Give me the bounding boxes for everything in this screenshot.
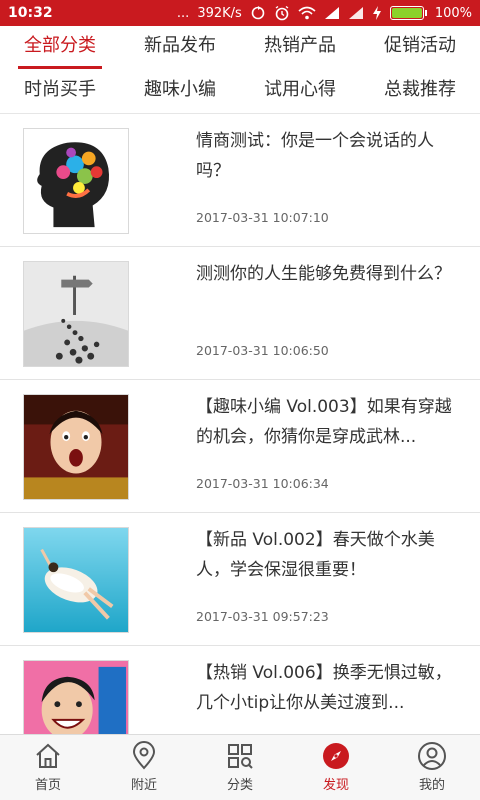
tab-hot-products[interactable]: 热销产品 [240, 26, 360, 70]
list-item[interactable]: 【新品 Vol.002】春天做个水美人，学会保湿很重要！ 2017-03-31 … [0, 513, 480, 646]
user-icon [418, 742, 446, 770]
nav-nearby-label: 附近 [130, 778, 157, 793]
tab-fun-editor[interactable]: 趣味小编 [120, 70, 240, 114]
tab-new-products[interactable]: 新品发布 [120, 26, 240, 70]
article-date: 2017-03-31 10:06:50 [196, 343, 329, 358]
nav-home[interactable]: 首页 [0, 735, 96, 800]
status-time: 10:32 [8, 5, 53, 21]
thumbnail-smiling-man [23, 660, 129, 734]
list-item[interactable]: 【热销 Vol.006】换季无惧过敏，几个小tip让你从美过渡到... [0, 646, 480, 734]
alarm-icon [274, 5, 290, 21]
article-title[interactable]: 【趣味小编 Vol.003】如果有穿越的机会，你猜你是穿成武林... [196, 392, 466, 452]
article-title[interactable]: 情商测试：你是一个会说话的人吗？ [196, 126, 466, 186]
sync-icon [250, 5, 266, 21]
charging-icon [372, 6, 382, 20]
tab-fashion-buyer[interactable]: 时尚买手 [0, 70, 120, 114]
thumbnail-crowd-signpost [23, 261, 129, 367]
battery-level: 100% [434, 5, 472, 21]
article-date: 2017-03-31 10:07:10 [196, 210, 329, 225]
article-date: 2017-03-31 10:06:34 [196, 476, 329, 491]
status-dots: ... [176, 5, 190, 21]
status-bar: 10:32 ... 392K/s 100% [0, 0, 480, 26]
list-item[interactable]: 【趣味小编 Vol.003】如果有穿越的机会，你猜你是穿成武林... 2017-… [0, 380, 480, 513]
nav-category-label: 分类 [226, 778, 253, 793]
thumbnail-surprised-woman [23, 394, 129, 500]
nav-mine-label: 我的 [418, 778, 445, 793]
article-title[interactable]: 【新品 Vol.002】春天做个水美人，学会保湿很重要！ [196, 525, 466, 585]
article-title[interactable]: 测测你的人生能够免费得到什么？ [196, 259, 466, 289]
nav-nearby[interactable]: 附近 [96, 735, 192, 800]
tab-row-2: 时尚买手 趣味小编 试用心得 总裁推荐 [0, 70, 480, 114]
thumbnail-underwater-dancer [23, 527, 129, 633]
article-date: 2017-03-31 09:57:23 [196, 609, 329, 624]
nav-category[interactable]: 分类 [192, 735, 288, 800]
list-item[interactable]: 测测你的人生能够免费得到什么？ 2017-03-31 10:06:50 [0, 247, 480, 380]
location-pin-icon [132, 741, 156, 770]
nav-discover-label: 发现 [322, 778, 349, 793]
tab-ceo-picks[interactable]: 总裁推荐 [360, 70, 480, 114]
compass-icon [323, 743, 349, 769]
tab-row-1: 全部分类 新品发布 热销产品 促销活动 [0, 26, 480, 70]
signal-icon [324, 6, 340, 20]
battery-icon [389, 6, 427, 20]
wifi-icon [298, 6, 316, 20]
article-title[interactable]: 【热销 Vol.006】换季无惧过敏，几个小tip让你从美过渡到... [196, 658, 466, 718]
category-grid-icon [228, 744, 253, 769]
article-list: 情商测试：你是一个会说话的人吗？ 2017-03-31 10:07:10 测测你… [0, 114, 480, 734]
nav-home-label: 首页 [34, 778, 61, 793]
tab-trial-review[interactable]: 试用心得 [240, 70, 360, 114]
nav-discover[interactable]: 发现 [288, 735, 384, 800]
category-tabs: 全部分类 新品发布 热销产品 促销活动 时尚买手 趣味小编 试用心得 总裁推荐 [0, 26, 480, 114]
nav-mine[interactable]: 我的 [384, 735, 480, 800]
thumbnail-head-illustration [23, 128, 129, 234]
tab-all-categories[interactable]: 全部分类 [0, 26, 120, 70]
list-item[interactable]: 情商测试：你是一个会说话的人吗？ 2017-03-31 10:07:10 [0, 114, 480, 247]
signal-icon-2 [348, 6, 364, 20]
bottom-navigation: 首页 附近 分类 发现 我的 [0, 734, 480, 800]
tab-promotions[interactable]: 促销活动 [360, 26, 480, 70]
home-icon [36, 743, 60, 768]
status-speed: 392K/s [197, 5, 242, 21]
